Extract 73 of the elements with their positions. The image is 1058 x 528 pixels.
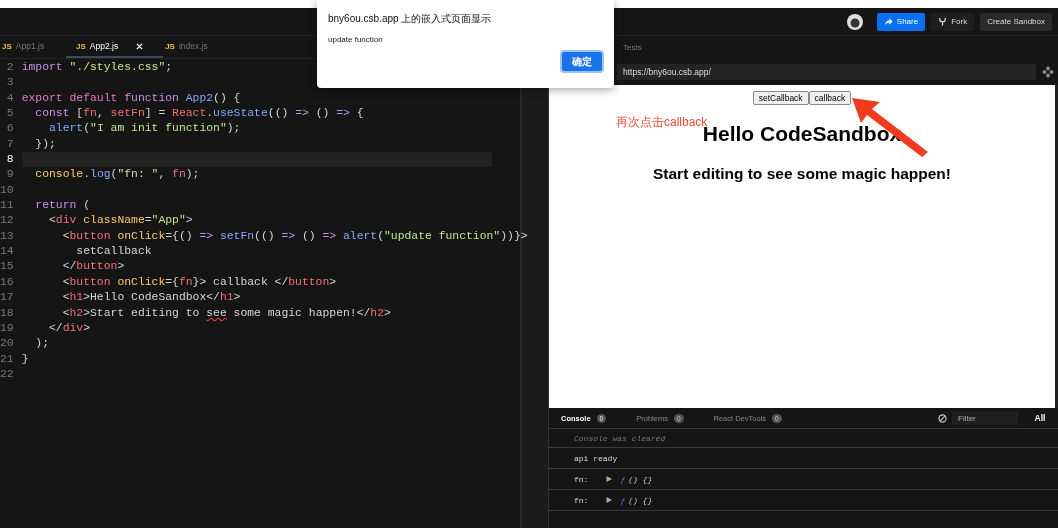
code-line: <h2>Start editing to see some magic happen!</h2>: [61, 305, 391, 321]
close-icon[interactable]: [136, 42, 144, 50]
code-line: });: [34, 136, 56, 152]
console-message: api ready: [549, 448, 1058, 469]
line-number: 10: [0, 182, 14, 198]
line-number: 8: [5, 152, 14, 168]
preview-button[interactable]: setCallback: [752, 91, 809, 105]
line-number: 14: [0, 244, 14, 260]
line-number: 13: [0, 228, 14, 244]
level-selector[interactable]: All: [1028, 413, 1052, 423]
header-button[interactable]: Create Sandbox: [980, 12, 1052, 31]
file-tab[interactable]: JS App1.js: [0, 36, 66, 58]
line-number: 19: [0, 320, 14, 336]
code-line: const [fn, setFn] = React.useState(() => () => {: [34, 106, 364, 122]
code-line: );: [34, 336, 49, 352]
function-type: ƒ: [620, 474, 626, 484]
line-number: 17: [0, 290, 14, 306]
clear-icon[interactable]: [938, 413, 947, 423]
line-number: 20: [0, 336, 14, 352]
line-number: 3: [5, 75, 14, 91]
line-number: 5: [5, 106, 14, 122]
share-icon: [883, 17, 893, 26]
line-number: 4: [5, 90, 14, 106]
code-line: }: [21, 351, 29, 367]
code-line: <div className="App">: [48, 213, 193, 229]
code-line: </button>: [61, 259, 125, 275]
filter-field[interactable]: Filter: [952, 411, 1018, 425]
code-line: alert("I am init function");: [48, 121, 241, 137]
dialog-title: bny6ou.csb.app 上的嵌入式页面显示: [328, 12, 493, 26]
file-tab[interactable]: JS index.js: [163, 36, 218, 58]
code-line: setCallback: [75, 244, 152, 260]
console-message: Console was cleared: [549, 429, 1058, 448]
line-number: 15: [0, 259, 14, 275]
fork-icon: [938, 17, 948, 26]
preview-button[interactable]: callback: [808, 91, 852, 105]
function-value: () {}: [628, 495, 653, 505]
code-line: <button onClick={() => setFn(() => () => alert("update function"))}>: [61, 228, 528, 244]
file-type-label: JS: [2, 41, 12, 51]
line-number: 7: [5, 136, 14, 152]
file-type-label: JS: [165, 41, 175, 51]
line-number: 2: [5, 60, 14, 75]
line-number: 9: [5, 167, 14, 183]
line-number: 18: [0, 305, 14, 321]
expand-icon[interactable]: [606, 476, 613, 482]
dialog-message: update function: [328, 35, 384, 44]
preview-subheading: Start editing to see some magic happen!: [653, 165, 951, 183]
avatar-icon[interactable]: [846, 13, 863, 30]
expand-icon[interactable]: [606, 497, 613, 503]
console-label: fn:: [574, 495, 589, 505]
panel-tab[interactable]: Tests: [623, 42, 642, 52]
function-value: () {}: [628, 474, 653, 484]
line-number: 16: [0, 274, 14, 290]
line-number: 12: [0, 213, 14, 229]
code-line: </div>: [48, 320, 91, 336]
code-line: return (: [34, 198, 91, 214]
console-label: fn:: [574, 474, 589, 484]
code-line: console.log("fn: ", fn);: [34, 167, 200, 183]
code-line: <button onClick={fn}> callback </button>: [61, 274, 337, 290]
address-field[interactable]: https://bny6ou.csb.app/: [617, 63, 1036, 80]
file-tab[interactable]: JS App2.js: [66, 36, 164, 58]
line-number: 6: [5, 121, 14, 137]
function-type: ƒ: [620, 495, 626, 505]
crosshair-icon[interactable]: [1042, 65, 1054, 78]
ok-button[interactable]: 确定: [560, 50, 604, 73]
line-number: 22: [0, 366, 14, 382]
code-line: <h1>Hello CodeSandbox</h1>: [61, 290, 241, 306]
file-type-label: JS: [76, 41, 86, 51]
code-line: import "./styles.css";: [21, 60, 173, 75]
header-button[interactable]: Share: [876, 12, 926, 31]
line-number: 21: [0, 351, 14, 367]
code-line: export default function App2() {: [21, 90, 241, 106]
line-number: 11: [0, 198, 14, 214]
header-button[interactable]: Fork: [931, 12, 975, 31]
